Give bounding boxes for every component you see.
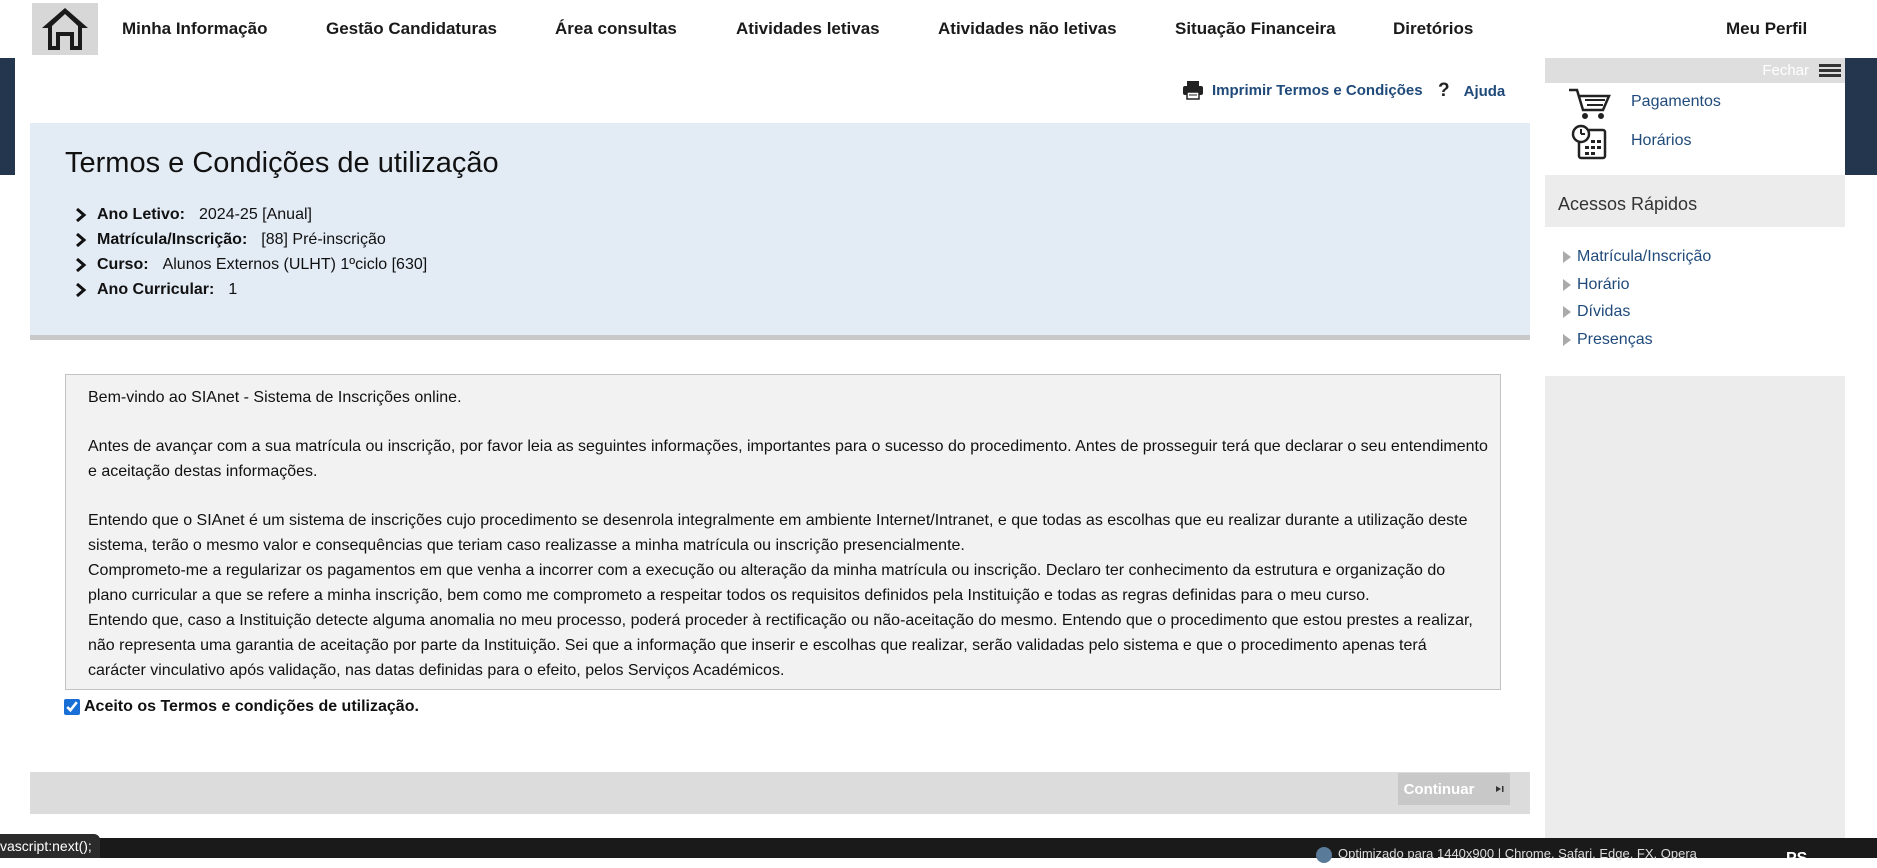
info-value: 1 <box>228 280 238 298</box>
accept-terms-checkbox[interactable] <box>64 699 80 715</box>
quick-link-matricula[interactable]: Matrícula/Inscrição <box>1563 248 1711 266</box>
triangle-right-icon <box>1563 334 1571 346</box>
browser-status-url: vascript:next(); <box>0 834 100 858</box>
quick-link-label: Matrícula/Inscrição <box>1577 248 1712 265</box>
panel-close-bar: Fechar <box>1545 58 1845 83</box>
terms-paragraph: Comprometo-me a regularizar os pagamento… <box>88 562 1446 604</box>
terms-paragraph: Entendo que, caso a Instituição detecte … <box>88 612 1473 679</box>
help-link[interactable]: ? Ajuda <box>1438 80 1505 102</box>
info-label: Ano Letivo: <box>97 205 185 223</box>
accept-terms-label[interactable]: Aceito os Termos e condições de utilizaç… <box>84 698 419 716</box>
help-label: Ajuda <box>1463 82 1506 100</box>
info-value: Alunos Externos (ULHT) 1ºciclo [630] <box>162 255 428 273</box>
chevron-right-icon <box>76 257 87 272</box>
info-label: Matrícula/Inscrição: <box>97 230 248 248</box>
nav-meu-perfil[interactable]: Meu Perfil <box>1726 19 1807 39</box>
right-side-panel: Fechar Pagamentos Horários Acessos Rápid… <box>1545 58 1845 838</box>
nav-atividades-letivas[interactable]: Atividades letivas <box>736 19 880 39</box>
info-globe-icon <box>1316 846 1332 863</box>
quick-link-presencas[interactable]: Presenças <box>1563 331 1653 349</box>
info-row-ano-curricular: Ano Curricular: 1 <box>75 277 427 302</box>
terms-paragraph: Entendo que o SIAnet é um sistema de ins… <box>88 512 1468 554</box>
info-value: 2024-25 [Anual] <box>199 205 312 223</box>
terms-text-box: Bem-vindo ao SIAnet - Sistema de Inscriç… <box>65 374 1501 690</box>
nav-atividades-nao-letivas[interactable]: Atividades não letivas <box>938 19 1117 39</box>
info-row-matricula: Matrícula/Inscrição: [88] Pré-inscrição <box>75 227 427 252</box>
print-terms-link[interactable]: Imprimir Termos e Condições <box>1182 80 1423 100</box>
browser-compat-note: Optimizado para 1440x900 | Chrome, Safar… <box>1316 846 1697 863</box>
browser-compat-text: Optimizado para 1440x900 | Chrome, Safar… <box>1338 846 1697 861</box>
quick-access-title: Acessos Rápidos <box>1558 194 1698 214</box>
terms-text: Bem-vindo ao SIAnet - Sistema de Inscriç… <box>88 385 1488 683</box>
footer-action-bar: Continuar <box>30 772 1530 814</box>
question-mark-icon: ? <box>1438 80 1450 101</box>
triangle-right-icon <box>1563 279 1571 291</box>
terms-paragraph: Bem-vindo ao SIAnet - Sistema de Inscriç… <box>88 389 462 406</box>
top-navigation: Minha Informação Gestão Candidaturas Áre… <box>0 0 1877 58</box>
terms-header: Termos e Condições de utilização Ano Let… <box>30 123 1530 340</box>
info-value: [88] Pré-inscrição <box>261 230 386 248</box>
quick-link-horario[interactable]: Horário <box>1563 276 1629 294</box>
close-panel-link[interactable]: Fechar <box>1762 62 1809 79</box>
payments-cart-icon <box>1569 88 1611 119</box>
print-terms-label: Imprimir Termos e Condições <box>1212 81 1423 99</box>
quick-link-label: Presenças <box>1577 331 1653 348</box>
nav-minha-informacao[interactable]: Minha Informação <box>122 19 267 39</box>
chevron-right-icon <box>76 207 87 222</box>
continue-label: Continuar <box>1403 780 1475 798</box>
triangle-right-icon <box>1563 251 1571 263</box>
nav-area-consultas[interactable]: Área consultas <box>555 19 677 39</box>
panel-link-pagamentos[interactable]: Pagamentos <box>1631 93 1721 111</box>
chevron-right-icon <box>76 282 87 297</box>
printer-icon <box>1183 81 1203 100</box>
quick-link-dividas[interactable]: Dívidas <box>1563 303 1630 321</box>
nav-situacao-financeira[interactable]: Situação Financeira <box>1175 19 1336 39</box>
footer-logo: PS <box>1786 850 1808 867</box>
nav-gestao-candidaturas[interactable]: Gestão Candidaturas <box>326 19 497 39</box>
page-title: Termos e Condições de utilização <box>65 147 499 179</box>
arrow-to-end-icon <box>1496 786 1504 792</box>
schedule-calendar-icon <box>1571 124 1607 160</box>
info-row-curso: Curso: Alunos Externos (ULHT) 1ºciclo [6… <box>75 252 427 277</box>
continue-button[interactable]: Continuar <box>1398 773 1510 805</box>
triangle-right-icon <box>1563 306 1571 318</box>
home-button[interactable] <box>32 3 98 55</box>
panel-link-horarios[interactable]: Horários <box>1631 132 1691 150</box>
hamburger-menu-icon[interactable] <box>1819 64 1841 78</box>
info-label: Ano Curricular: <box>97 280 215 298</box>
quick-link-label: Horário <box>1577 276 1630 293</box>
info-label: Curso: <box>97 255 149 273</box>
terms-paragraph: Antes de avançar com a sua matrícula ou … <box>88 438 1488 480</box>
home-icon <box>42 8 88 50</box>
accept-terms-row: Aceito os Termos e condições de utilizaç… <box>64 698 419 716</box>
enrollment-info-list: Ano Letivo: 2024-25 [Anual] Matrícula/In… <box>75 202 427 302</box>
quick-link-label: Dívidas <box>1577 303 1631 320</box>
info-row-ano-letivo: Ano Letivo: 2024-25 [Anual] <box>75 202 427 227</box>
nav-diretorios[interactable]: Diretórios <box>1393 19 1473 39</box>
chevron-right-icon <box>76 232 87 247</box>
